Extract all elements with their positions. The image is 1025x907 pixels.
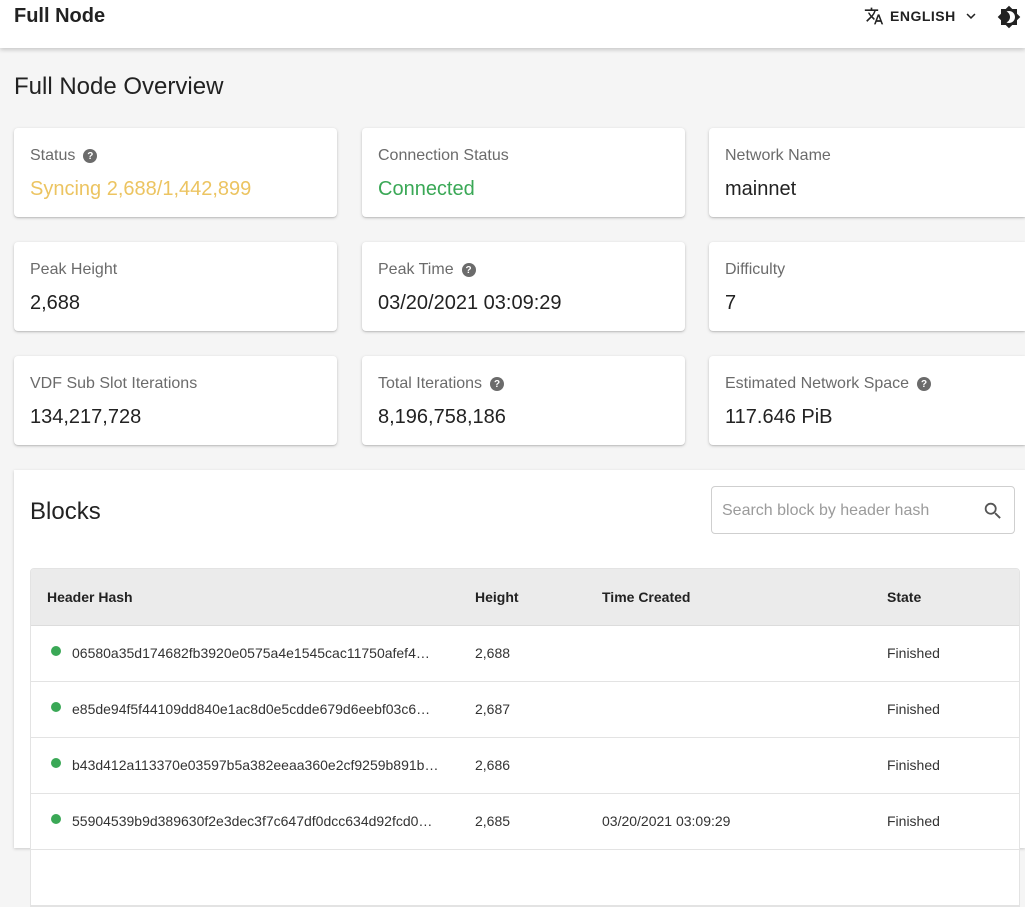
help-icon[interactable]: ? — [461, 263, 476, 277]
status-card: Status ? Syncing 2,688/1,442,899 — [14, 128, 337, 217]
status-dot — [51, 758, 61, 768]
block-time: 03/20/2021 03:09:29 — [602, 813, 731, 829]
app-bar: Full Node ENGLISH — [0, 0, 1025, 48]
difficulty-label: Difficulty — [725, 261, 786, 278]
theme-toggle-icon[interactable] — [997, 5, 1021, 29]
total-iterations-card: Total Iterations ? 8,196,758,186 — [362, 356, 685, 445]
header-hash[interactable]: b43d412a113370e03597b5a382eeaa360e2cf925… — [72, 757, 452, 773]
peak-height-value: 2,688 — [30, 292, 81, 314]
status-dot — [51, 702, 61, 712]
language-label: ENGLISH — [890, 8, 956, 24]
total-iterations-value: 8,196,758,186 — [378, 406, 506, 428]
difficulty-value: 7 — [725, 292, 737, 314]
app-title: Full Node — [14, 5, 106, 27]
column-header-time: Time Created — [602, 589, 691, 605]
block-height: 2,686 — [475, 757, 511, 773]
table-header: Header Hash Height Time Created State — [31, 569, 1019, 626]
status-label: Status — [30, 147, 76, 164]
status-value: Syncing 2,688/1,442,899 — [30, 178, 252, 200]
network-space-label: Estimated Network Space — [725, 375, 910, 392]
search-icon[interactable] — [982, 500, 1004, 527]
peak-height-label: Peak Height — [30, 261, 118, 278]
vdf-iterations-label: VDF Sub Slot Iterations — [30, 375, 198, 392]
chevron-down-icon — [962, 7, 980, 25]
peak-height-card: Peak Height 2,688 — [14, 242, 337, 331]
block-state: Finished — [887, 645, 940, 661]
header-hash[interactable]: 55904539b9d389630f2e3dec3f7c647df0dcc634… — [72, 813, 452, 829]
blocks-title: Blocks — [30, 498, 101, 525]
language-selector[interactable]: ENGLISH — [864, 4, 980, 28]
table-row[interactable] — [31, 850, 1019, 906]
connection-status-label: Connection Status — [378, 147, 509, 164]
column-header-state: State — [887, 589, 922, 605]
translate-icon — [864, 6, 884, 26]
page-title: Full Node Overview — [14, 73, 224, 100]
network-name-card: Network Name mainnet — [709, 128, 1025, 217]
block-state: Finished — [887, 813, 940, 829]
vdf-iterations-value: 134,217,728 — [30, 406, 142, 428]
header-hash[interactable]: e85de94f5f44109dd840e1ac8d0e5cdde679d6ee… — [72, 701, 452, 717]
network-name-label: Network Name — [725, 147, 831, 164]
table-row[interactable]: b43d412a113370e03597b5a382eeaa360e2cf925… — [31, 738, 1019, 794]
blocks-table: Header Hash Height Time Created State 06… — [30, 568, 1020, 907]
status-dot — [51, 646, 61, 656]
block-height: 2,685 — [475, 813, 511, 829]
peak-time-card: Peak Time ? 03/20/2021 03:09:29 — [362, 242, 685, 331]
block-search-input[interactable] — [720, 497, 974, 525]
block-height: 2,688 — [475, 645, 511, 661]
table-row[interactable]: 55904539b9d389630f2e3dec3f7c647df0dcc634… — [31, 794, 1019, 850]
help-icon[interactable]: ? — [490, 377, 505, 391]
status-dot — [51, 814, 61, 824]
peak-time-value: 03/20/2021 03:09:29 — [378, 292, 562, 314]
total-iterations-label: Total Iterations — [378, 375, 483, 392]
peak-time-label: Peak Time — [378, 261, 454, 278]
block-state: Finished — [887, 757, 940, 773]
network-name-value: mainnet — [725, 178, 797, 200]
blocks-panel: Blocks Header Hash Height Time Created S… — [14, 470, 1025, 907]
table-row[interactable]: 06580a35d174682fb3920e0575a4e1545cac1175… — [31, 626, 1019, 682]
help-icon[interactable]: ? — [917, 377, 932, 391]
vdf-iterations-card: VDF Sub Slot Iterations 134,217,728 — [14, 356, 337, 445]
connection-status-value: Connected — [378, 178, 475, 200]
connection-status-card: Connection Status Connected — [362, 128, 685, 217]
difficulty-card: Difficulty 7 — [709, 242, 1025, 331]
block-search — [711, 486, 1015, 534]
column-header-height: Height — [475, 589, 519, 605]
help-icon[interactable]: ? — [83, 149, 98, 163]
block-state: Finished — [887, 701, 940, 717]
column-header-hash: Header Hash — [47, 589, 133, 605]
table-row[interactable]: e85de94f5f44109dd840e1ac8d0e5cdde679d6ee… — [31, 682, 1019, 738]
block-height: 2,687 — [475, 701, 511, 717]
network-space-value: 117.646 PiB — [725, 406, 833, 428]
network-space-card: Estimated Network Space ? 117.646 PiB — [709, 356, 1025, 445]
header-hash[interactable]: 06580a35d174682fb3920e0575a4e1545cac1175… — [72, 645, 452, 661]
